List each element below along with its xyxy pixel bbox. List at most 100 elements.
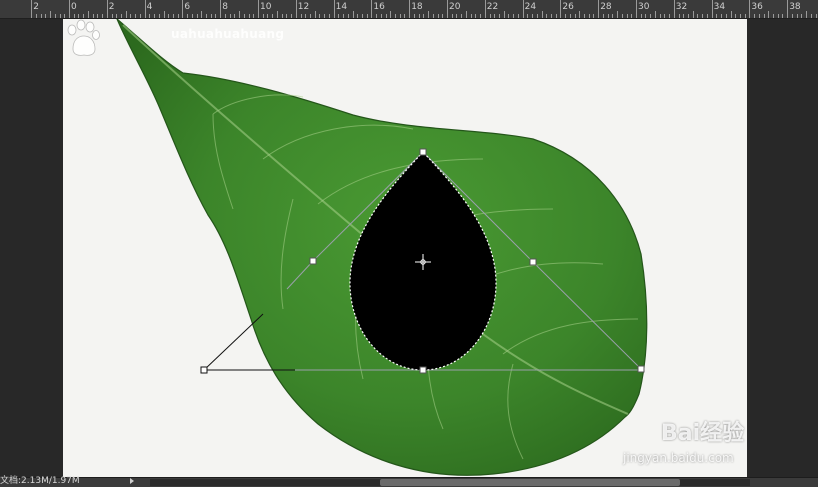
ruler-minor-tick [475, 14, 477, 18]
ruler-minor-tick [669, 14, 671, 18]
ruler-minor-tick [347, 14, 349, 18]
ruler-minor-tick [480, 14, 482, 18]
ruler-minor-tick [418, 14, 420, 18]
ruler-label: 2 [33, 2, 39, 12]
ruler-minor-tick [328, 14, 330, 18]
anchor-point-icon[interactable] [637, 365, 645, 373]
ruler-minor-tick [546, 14, 548, 18]
source-watermark: uahuahuahuang [171, 27, 285, 41]
ruler-minor-tick [390, 11, 392, 18]
ruler-minor-tick [683, 14, 685, 18]
ruler-minor-tick [111, 14, 113, 18]
ruler-minor-tick [465, 11, 467, 18]
ruler-minor-tick [423, 14, 425, 18]
ruler-minor-tick [385, 14, 387, 18]
ruler-minor-tick [725, 14, 727, 18]
ruler-minor-tick [494, 14, 496, 18]
ruler-minor-tick [187, 14, 189, 18]
ruler-minor-tick [149, 14, 151, 18]
ruler-major-tick [182, 0, 184, 18]
ruler-minor-tick [650, 14, 652, 18]
ruler-minor-tick [243, 14, 245, 18]
ruler-minor-tick [536, 14, 538, 18]
ruler-label: 16 [373, 2, 385, 12]
ruler-label: 8 [222, 2, 228, 12]
ruler-major-tick [787, 0, 789, 18]
ruler-minor-tick [234, 14, 236, 18]
horizontal-scrollbar-thumb[interactable] [380, 479, 680, 486]
ruler-minor-tick [517, 14, 519, 18]
anchor-point-icon[interactable] [419, 366, 427, 374]
horizontal-ruler[interactable]: 2 0 2 4 6 8 10 12 14 16 18 20 22 24 26 28 30 32 34 36 38 [0, 0, 818, 19]
ruler-minor-tick [451, 14, 453, 18]
ruler-minor-tick [196, 14, 198, 18]
ruler-minor-tick [135, 14, 137, 18]
ruler-minor-tick [35, 14, 37, 18]
anchor-point-icon[interactable] [419, 148, 427, 156]
ruler-minor-tick [399, 14, 401, 18]
ruler-minor-tick [324, 14, 326, 18]
ruler-major-tick [144, 0, 146, 18]
ruler-minor-tick [352, 11, 354, 18]
ruler-minor-tick [395, 14, 397, 18]
ruler-minor-tick [584, 14, 586, 18]
ruler-minor-tick [291, 14, 293, 18]
ruler-minor-tick [92, 14, 94, 18]
ruler-label: 0 [71, 2, 77, 12]
ruler-major-tick [220, 0, 222, 18]
ruler-minor-tick [224, 14, 226, 18]
ruler-minor-tick [697, 14, 699, 18]
ruler-label: 34 [713, 2, 726, 12]
ruler-minor-tick [508, 14, 510, 18]
ruler-minor-tick [64, 14, 66, 18]
ruler-minor-tick [432, 14, 434, 18]
ruler-minor-tick [612, 14, 614, 18]
ruler-minor-tick [470, 14, 472, 18]
document-size-info[interactable]: 文档:2.13M/1.97M [0, 476, 80, 487]
anchor-point-icon[interactable] [529, 258, 537, 266]
document-canvas[interactable]: uahuahuahuang Bai经验 jingyan.baidu.com [63, 19, 747, 477]
ruler-minor-tick [541, 11, 543, 18]
ruler-minor-tick [300, 14, 302, 18]
ruler-minor-tick [763, 14, 765, 18]
ruler-minor-tick [645, 14, 647, 18]
ruler-minor-tick [773, 14, 775, 18]
ruler-minor-tick [721, 14, 723, 18]
ruler-major-tick [749, 0, 751, 18]
ruler-label: 36 [751, 2, 763, 12]
ruler-minor-tick [361, 14, 363, 18]
anchor-point-icon[interactable] [309, 257, 317, 265]
ruler-minor-tick [754, 14, 756, 18]
ruler-minor-tick [125, 11, 127, 18]
ruler-minor-tick [87, 11, 89, 18]
ruler-minor-tick [380, 14, 382, 18]
ruler-minor-tick [579, 11, 581, 18]
baidu-brand-text: Bai经验 [661, 421, 745, 446]
bezier-handle-icon[interactable] [200, 366, 208, 374]
ruler-minor-tick [801, 14, 803, 18]
ruler-minor-tick [730, 11, 732, 18]
ruler-minor-tick [626, 14, 628, 18]
ruler-minor-tick [210, 14, 212, 18]
ruler-minor-tick [706, 14, 708, 18]
ruler-major-tick [484, 0, 486, 18]
ruler-major-tick [447, 0, 448, 18]
ruler-minor-tick [54, 14, 56, 18]
ruler-minor-tick [777, 14, 779, 18]
ruler-major-tick [409, 0, 411, 18]
ruler-label: 38 [789, 2, 801, 12]
status-menu-arrow-icon[interactable] [130, 478, 134, 484]
ruler-minor-tick [309, 14, 311, 18]
ruler-minor-tick [489, 14, 491, 18]
ruler-minor-tick [654, 11, 656, 18]
ruler-minor-tick [498, 14, 500, 18]
ruler-minor-tick [206, 14, 208, 18]
ruler-minor-tick [758, 14, 760, 18]
ruler-minor-tick [168, 14, 170, 18]
ruler-minor-tick [631, 14, 633, 18]
ruler-minor-tick [527, 14, 529, 18]
ruler-label: 32 [675, 2, 688, 12]
ruler-minor-tick [810, 14, 812, 18]
ruler-minor-tick [716, 14, 718, 18]
ruler-minor-tick [664, 14, 666, 18]
